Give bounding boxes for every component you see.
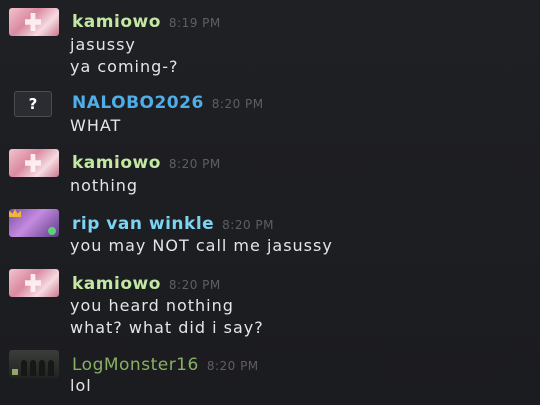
username[interactable]: kamiowo [72,153,161,173]
pink-anime-avatar-icon[interactable] [9,269,59,297]
timestamp: 8:20 PM [168,278,221,292]
timestamp: 8:20 PM [168,157,221,171]
band-photo-avatar-icon[interactable] [9,350,59,378]
timestamp: 8:20 PM [222,218,275,232]
message-text: lol [70,376,92,395]
pink-anime-avatar-icon[interactable] [9,149,59,177]
pink-anime-avatar-icon[interactable] [9,8,59,36]
message-text: WHAT [70,116,122,135]
message-text: you heard nothing [70,296,234,315]
crown-icon [9,209,21,217]
message-text: ya coming-? [70,57,179,76]
purple-avatar-with-crown-icon[interactable] [9,209,59,237]
username[interactable]: rip van winkle [72,214,214,234]
timestamp: 8:20 PM [206,359,259,373]
username[interactable]: LogMonster16 [72,355,199,375]
username[interactable]: NALOBO2026 [72,93,204,113]
username[interactable]: kamiowo [72,274,161,294]
username[interactable]: kamiowo [72,12,161,32]
message-text: what? what did i say? [70,318,264,337]
message-text: jasussy [70,35,136,54]
message-text: nothing [70,176,139,195]
question-mark-avatar-icon[interactable]: ? [14,91,52,117]
message-text: you may NOT call me jasussy [70,236,333,255]
timestamp: 8:20 PM [211,97,264,111]
timestamp: 8:19 PM [168,16,221,30]
chat-log: kamiowo 8:19 PM jasussy ya coming-? ? NAL… [0,0,540,405]
status-badge [48,227,56,235]
